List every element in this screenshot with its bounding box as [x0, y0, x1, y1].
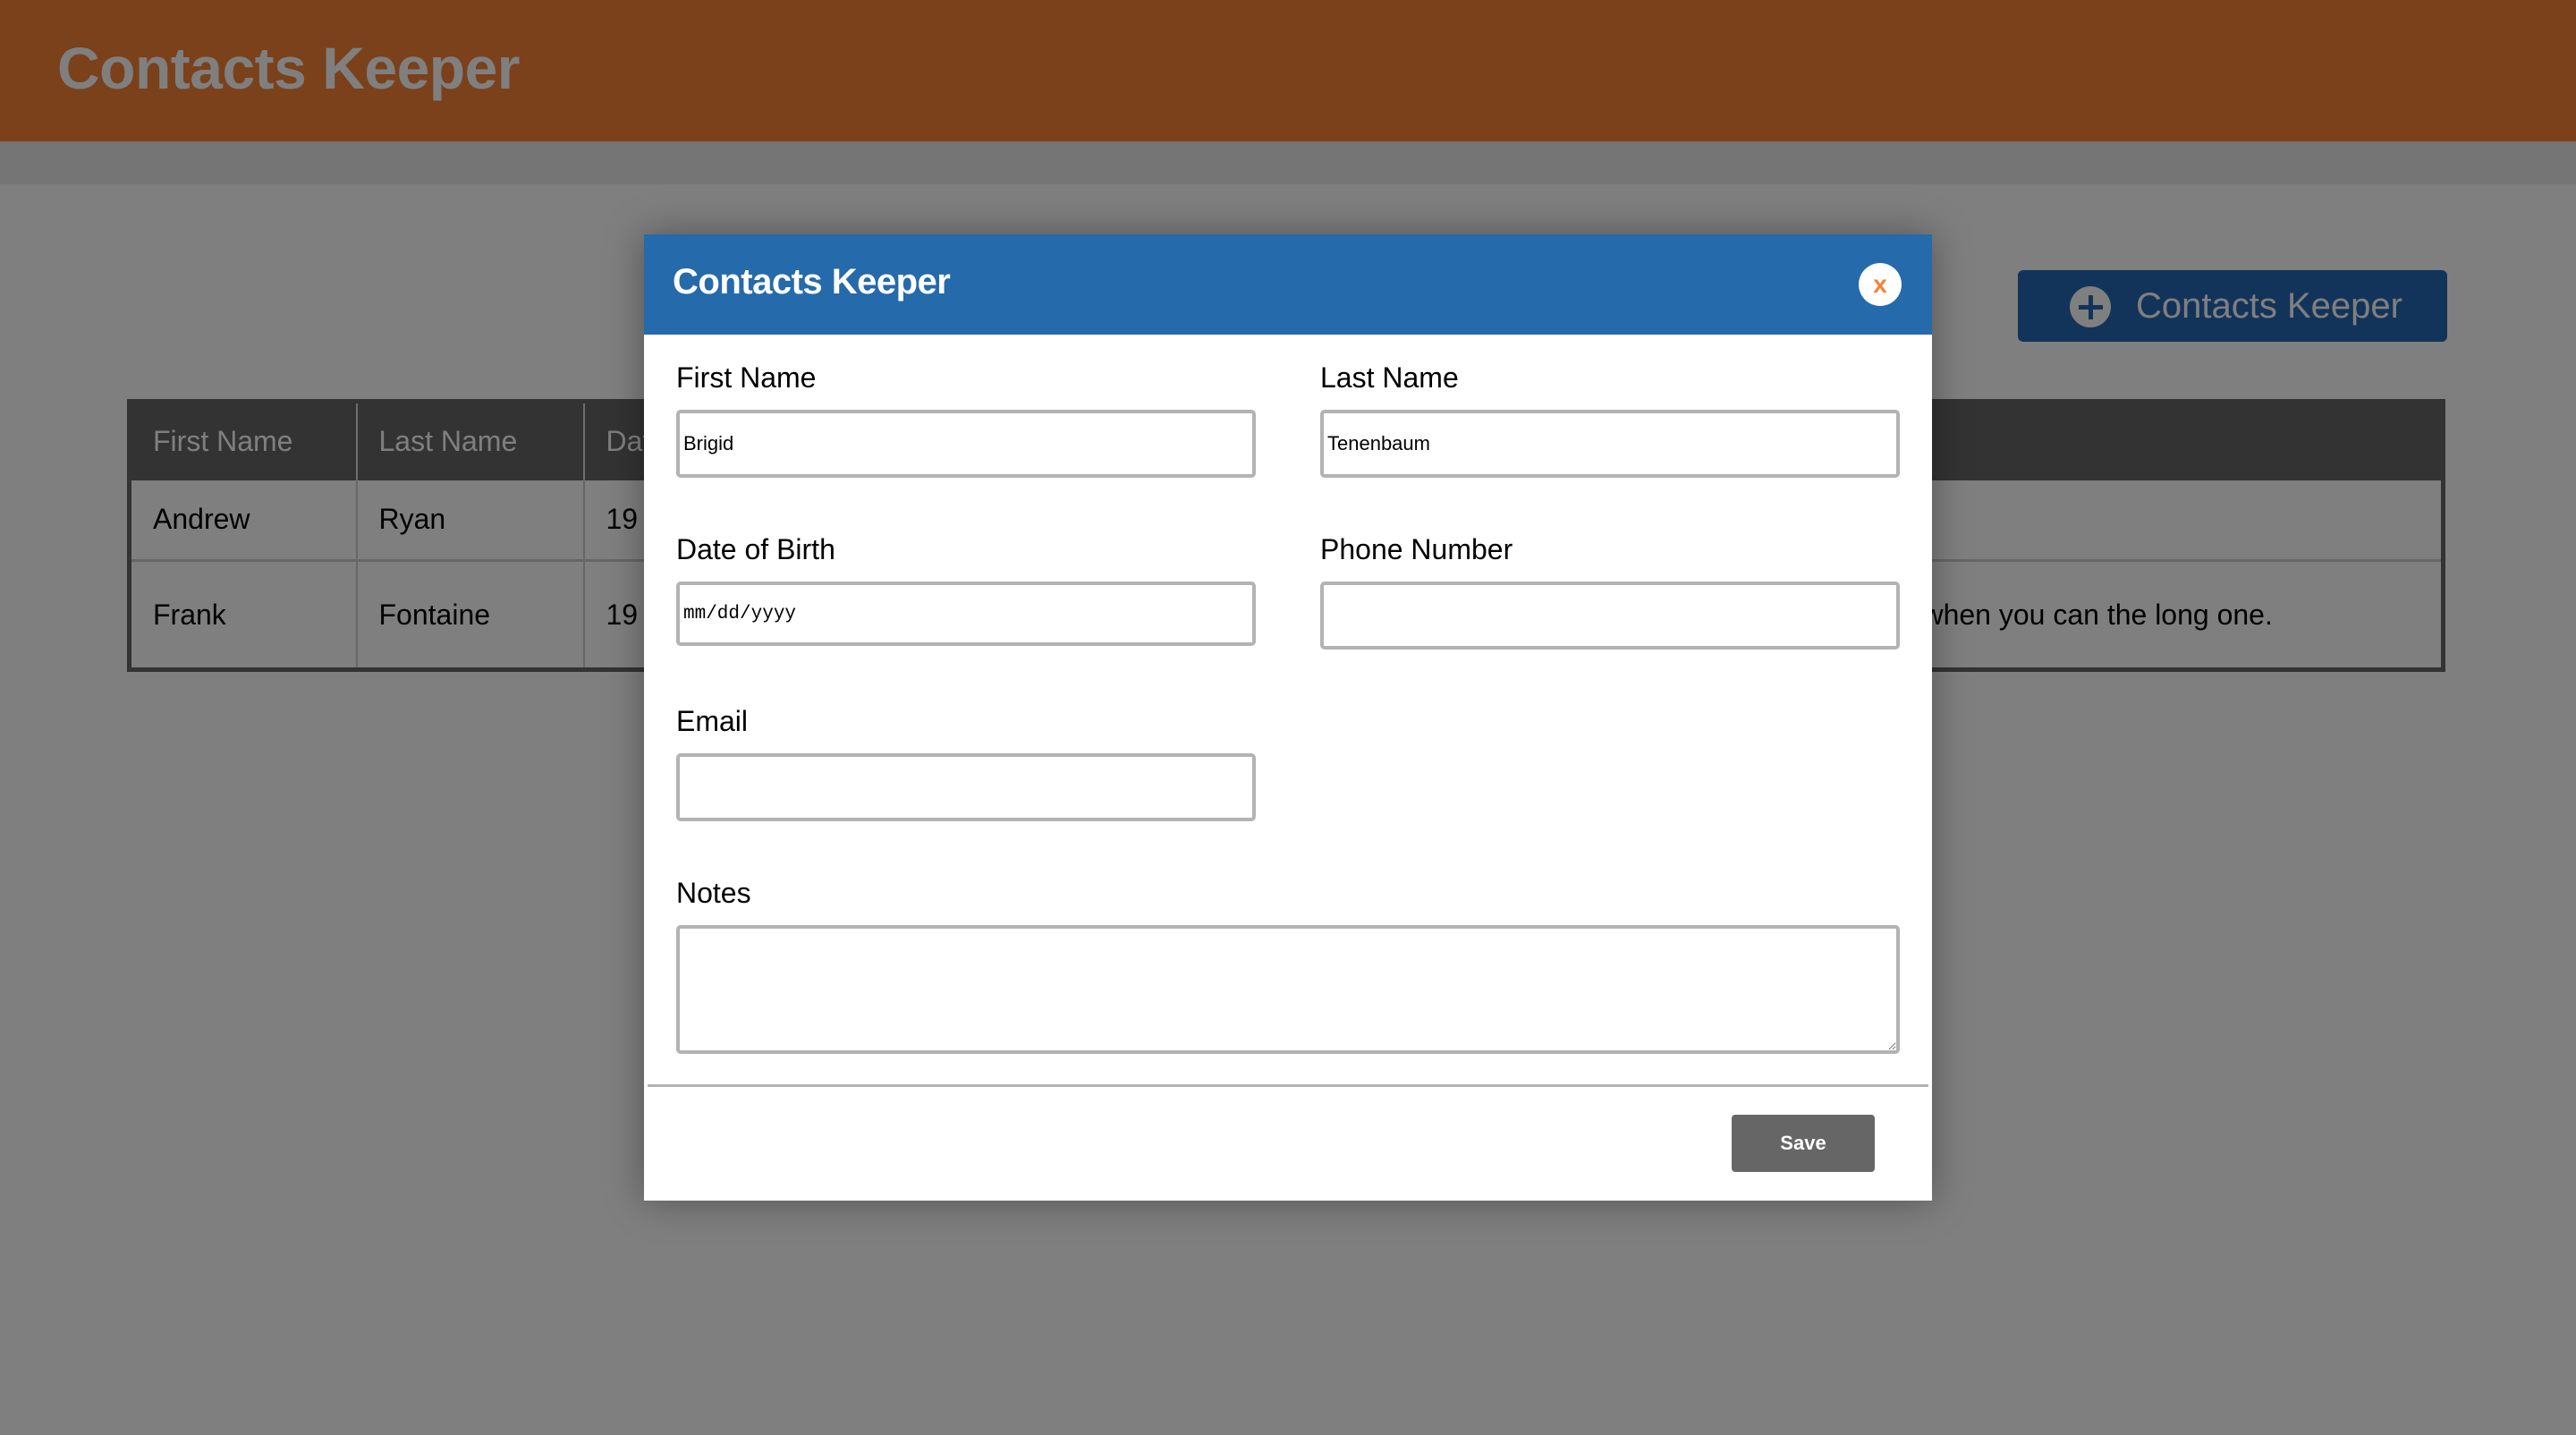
modal-footer-divider: [648, 1084, 1928, 1087]
dob-label: Date of Birth: [676, 533, 835, 565]
email-input[interactable]: [676, 753, 1256, 821]
modal-header: Contacts Keeper x: [644, 234, 1932, 335]
phone-input[interactable]: [1320, 582, 1900, 650]
save-button[interactable]: Save: [1732, 1115, 1875, 1172]
close-button[interactable]: x: [1859, 263, 1902, 306]
last-name-input[interactable]: [1320, 410, 1900, 478]
notes-label: Notes: [676, 877, 751, 909]
first-name-input[interactable]: [676, 410, 1256, 478]
close-icon: x: [1873, 270, 1887, 298]
contact-modal: Contacts Keeper x First Name Last Name D…: [644, 234, 1932, 1201]
email-label: Email: [676, 705, 749, 737]
phone-label: Phone Number: [1320, 533, 1513, 565]
last-name-label: Last Name: [1320, 361, 1459, 394]
notes-textarea[interactable]: [676, 925, 1900, 1054]
modal-title: Contacts Keeper: [673, 262, 951, 301]
first-name-label: First Name: [676, 361, 817, 394]
dob-input[interactable]: [676, 582, 1256, 646]
